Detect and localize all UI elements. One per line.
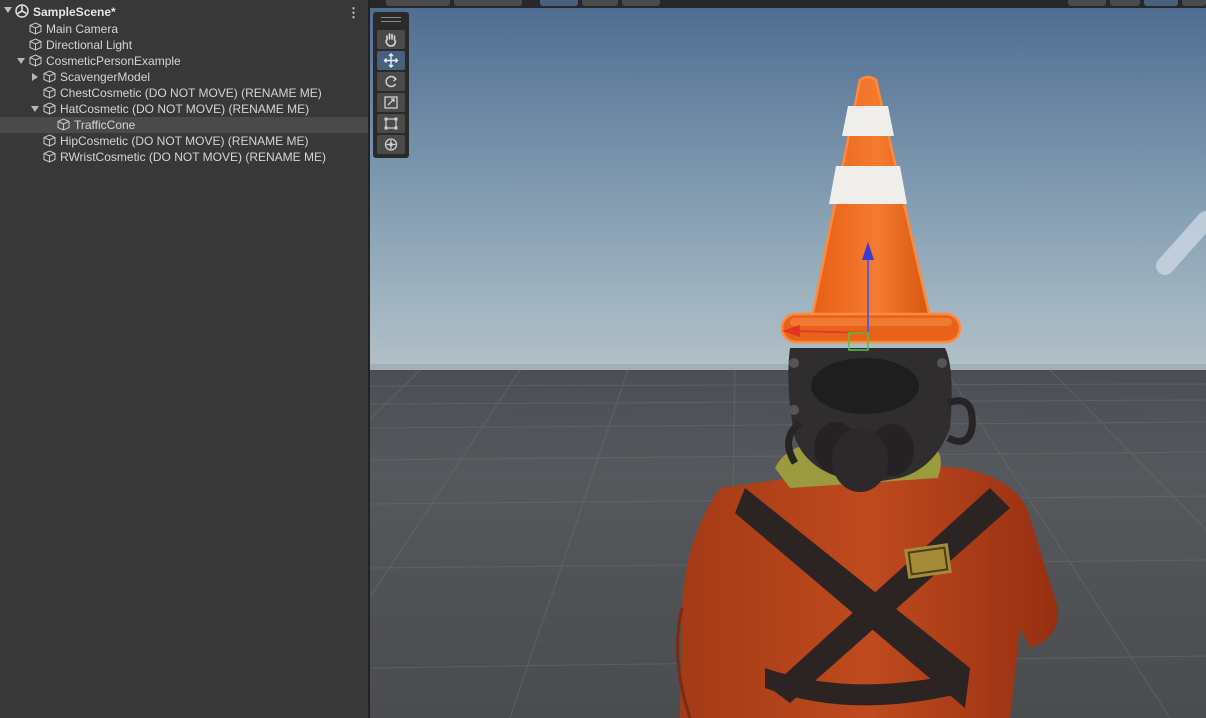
local-toggle-button[interactable]	[454, 0, 522, 6]
scene-menu-icon[interactable]: ⋮	[347, 5, 360, 21]
snap-increment-button[interactable]	[582, 0, 618, 6]
hierarchy-item-rwrist-cosmetic[interactable]: RWristCosmetic (DO NOT MOVE) (RENAME ME)	[0, 149, 368, 165]
scale-icon	[384, 96, 398, 109]
gameobject-cube-icon	[43, 70, 56, 83]
hierarchy-item-label: Directional Light	[46, 38, 133, 52]
draw-mode-button[interactable]	[622, 0, 660, 6]
hierarchy-item-label: HipCosmetic (DO NOT MOVE) (RENAME ME)	[60, 134, 309, 148]
hand-tool-button[interactable]	[377, 30, 405, 49]
view-2d-button[interactable]	[1110, 0, 1140, 6]
gameobject-cube-icon	[43, 134, 56, 147]
collapse-arrow-icon[interactable]	[32, 73, 38, 81]
gameobject-cube-icon	[29, 22, 42, 35]
gameobject-cube-icon	[43, 150, 56, 163]
hierarchy-item-chest-cosmetic[interactable]: ChestCosmetic (DO NOT MOVE) (RENAME ME)	[0, 85, 368, 101]
scene-name: SampleScene*	[33, 5, 116, 19]
scene-view[interactable]	[370, 8, 1206, 718]
hierarchy-item-label: HatCosmetic (DO NOT MOVE) (RENAME ME)	[60, 102, 310, 116]
hand-icon	[385, 33, 397, 47]
transform-icon	[384, 138, 398, 151]
hierarchy-item-label: ScavengerModel	[60, 70, 151, 84]
hierarchy-item-label: TrafficCone	[74, 118, 136, 132]
hierarchy-item-scavenger-model[interactable]: ScavengerModel	[0, 69, 368, 85]
rotate-tool-button[interactable]	[377, 72, 405, 91]
hierarchy-item-traffic-cone[interactable]: TrafficCone	[0, 117, 368, 133]
gizmos-button[interactable]	[1182, 0, 1206, 6]
scale-tool-button[interactable]	[377, 93, 405, 112]
gameobject-cube-icon	[29, 54, 42, 67]
overlay-drag-handle[interactable]	[381, 17, 401, 22]
hierarchy-panel: SampleScene* ⋮ Main Camera Directional L…	[0, 0, 370, 718]
gameobject-cube-icon	[43, 102, 56, 115]
hierarchy-item-label: RWristCosmetic (DO NOT MOVE) (RENAME ME)	[60, 150, 327, 164]
scene-fold-arrow-icon[interactable]	[4, 7, 12, 13]
rotate-icon	[385, 75, 398, 88]
hierarchy-item-label: Main Camera	[46, 22, 119, 36]
hierarchy-item-label: CosmeticPersonExample	[46, 54, 181, 68]
scene-header[interactable]: SampleScene* ⋮	[0, 4, 368, 22]
hierarchy-item-cosmetic-person-example[interactable]: CosmeticPersonExample	[0, 53, 368, 69]
pivot-toggle-button[interactable]	[386, 0, 450, 6]
hierarchy-item-main-camera[interactable]: Main Camera	[0, 21, 368, 37]
expand-arrow-icon[interactable]	[31, 106, 39, 112]
hierarchy-item-hat-cosmetic[interactable]: HatCosmetic (DO NOT MOVE) (RENAME ME)	[0, 101, 368, 117]
scene-tools-overlay	[373, 12, 409, 158]
lighting-toggle-button[interactable]	[1144, 0, 1178, 6]
gameobject-cube-icon	[29, 38, 42, 51]
rect-tool-button[interactable]	[377, 114, 405, 133]
scene-toolbar	[370, 0, 1206, 8]
hierarchy-item-hip-cosmetic[interactable]: HipCosmetic (DO NOT MOVE) (RENAME ME)	[0, 133, 368, 149]
transform-tool-button[interactable]	[377, 135, 405, 154]
shading-mode-button[interactable]	[1068, 0, 1106, 6]
grid-snap-button[interactable]	[540, 0, 578, 6]
gameobject-cube-icon	[57, 118, 70, 131]
gameobject-cube-icon	[43, 86, 56, 99]
rect-transform-icon	[384, 117, 398, 130]
expand-arrow-icon[interactable]	[17, 58, 25, 64]
hierarchy-item-directional-light[interactable]: Directional Light	[0, 37, 368, 53]
move-arrows-icon	[383, 53, 399, 68]
hierarchy-item-label: ChestCosmetic (DO NOT MOVE) (RENAME ME)	[60, 86, 322, 100]
unity-scene-icon	[15, 4, 29, 18]
move-tool-button[interactable]	[377, 51, 405, 70]
